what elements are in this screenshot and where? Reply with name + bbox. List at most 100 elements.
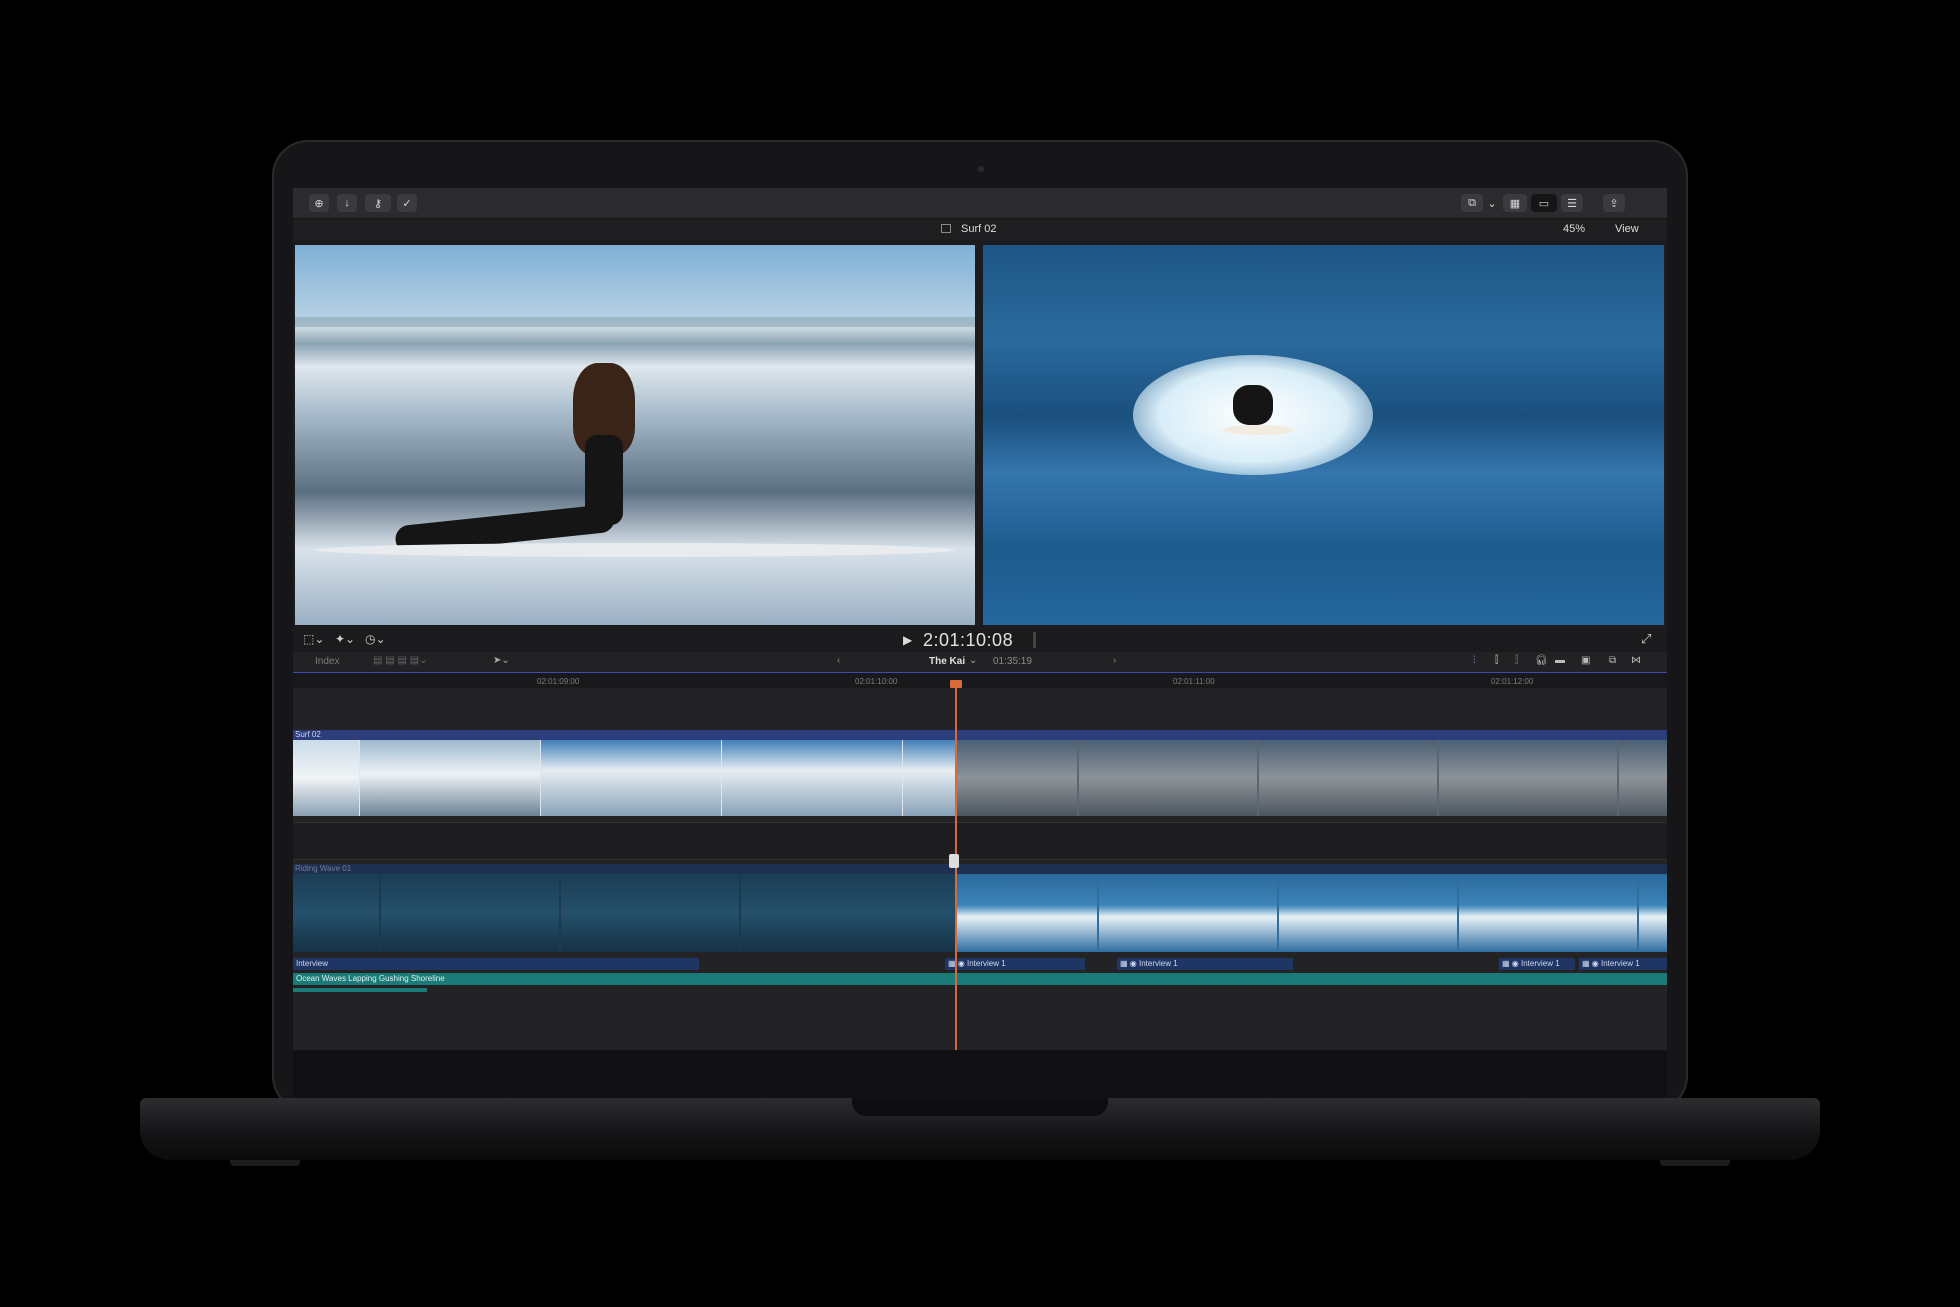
screen-bezel-bottom [293,1050,1667,1098]
transitions-icon[interactable]: ⋈ [1631,655,1641,666]
audio-clip-icon: ▦ ◉ [948,959,967,968]
thumbnail [360,740,540,816]
ruler-tick: 02:01:10:00 [855,677,898,686]
thumbnail [1079,740,1257,816]
audio-clip-icon: ▦ ◉ [1582,959,1601,968]
browser-grid-icon[interactable]: ▦ [1503,194,1527,212]
chevron-down-icon[interactable]: ⌄ [969,655,977,666]
keywords-icon[interactable]: ⚷ [365,194,391,212]
thumbnail [1439,740,1617,816]
thumbnail [1279,874,1457,952]
audio-clip-interview-1[interactable]: ▦ ◉ Interview 1 [1579,958,1667,970]
main-toolbar: ⊕ ↓ ⚷ ✓ ⧉ ⌄ ▦ ▭ ☰ ⇪ [293,188,1667,219]
audio-clip-label: Interview 1 [1138,959,1178,968]
back-nav-icon[interactable]: ‹ [837,655,840,666]
headphones-icon[interactable]: 🎧︎ [1535,655,1548,666]
audio-clip-interview-1[interactable]: ▦ ◉ Interview 1 [1499,958,1575,970]
audio-clip-partial[interactable] [293,988,427,992]
audio-clip-icon: ▦ ◉ [1502,959,1521,968]
clip-appearance-icon[interactable]: ▬ [1555,655,1565,666]
audio-clip-interview[interactable]: Interview [293,958,699,970]
thumbnail [741,874,957,952]
thumbnail [957,874,1097,952]
laptop-foot [1660,1160,1730,1166]
app-window: ⊕ ↓ ⚷ ✓ ⧉ ⌄ ▦ ▭ ☰ ⇪ Surf 02 45% View ⬚⌄ … [293,188,1667,1050]
viewer-clip-title: Surf 02 [961,223,997,235]
gap-track [293,822,1667,860]
thumbnail [1619,740,1667,816]
fullscreen-icon[interactable]: ⤢ [1641,631,1651,647]
audio-clip-interview-1[interactable]: ▦ ◉ Interview 1 [945,958,1085,970]
clip-riding-wave-01[interactable] [957,874,1667,952]
audio-skim-icon[interactable]: ⫿ [1515,655,1518,666]
clip-filter-icon[interactable]: ⧉ [1609,655,1616,666]
thumbnail [957,740,1077,816]
audio-clip-label: Interview 1 [1600,959,1640,968]
clip-surf-02[interactable] [293,740,957,816]
thumbnail [1259,740,1437,816]
thumbnail [722,740,902,816]
clip-icon [941,224,951,233]
thumbnail [381,874,559,952]
enhance-icon[interactable]: ✦⌄ [335,632,355,646]
transform-icon[interactable]: ⬚⌄ [303,632,324,646]
edit-tools-icon[interactable]: ▤ ▤ ▤ ▤⌄ [373,655,428,666]
effects-icon[interactable]: ⧉ [1461,194,1483,212]
thumbnail [1099,874,1277,952]
snapping-icon[interactable]: ⫿ [1495,655,1498,666]
timeline-ruler[interactable]: 02:01:09:00 02:01:10:00 02:01:11:00 02:0… [293,672,1667,689]
select-tool-icon[interactable]: ➤⌄ [493,655,510,666]
thumbnail [541,740,721,816]
thumbnail [293,874,379,952]
inspector-icon[interactable]: ☰ [1561,194,1583,212]
skimmer-handle[interactable] [949,854,959,868]
transport-bar: ⬚⌄ ✦⌄ ◷⌄ ▶ 2:01:10:08 ⤢ [293,629,1667,651]
viewer-header: Surf 02 45% View [293,219,1667,239]
audio-clip-icon: ▦ ◉ [1120,959,1139,968]
project-name[interactable]: The Kai [929,656,965,667]
viewer-angle-right[interactable] [983,245,1664,625]
import-icon[interactable]: ⊕ [309,194,329,212]
horizon [295,317,975,327]
clip-surf-02-dimmed[interactable] [957,740,1667,816]
play-button[interactable]: ▶ [903,633,912,647]
thumbnail [293,740,359,816]
ruler-tick: 02:01:09:00 [537,677,580,686]
playhead-handle[interactable] [950,680,962,688]
timeline-tracks: Surf 02 Riding Wave 01 Interview ▦ ◉ Int… [293,688,1667,1050]
surfboard-right [1223,425,1293,435]
thumbnail [1639,874,1667,952]
surfboard [315,543,955,557]
surfer-figure [1233,385,1273,425]
audio-clip-ambience[interactable]: Ocean Waves Lapping Gushing Shoreline [293,973,1667,985]
download-icon[interactable]: ↓ [337,194,357,212]
forward-nav-icon[interactable]: › [1113,655,1116,666]
film-icon[interactable]: ▣ [1581,655,1590,666]
timecode-display: 2:01:10:08 [923,630,1014,650]
surfer-body [585,435,623,525]
ruler-tick: 02:01:11:00 [1173,677,1215,686]
skimming-icon[interactable]: ⫶ [1473,655,1476,666]
thumbnail [903,740,957,816]
viewer-angle-left[interactable] [295,245,975,625]
audio-clip-label: Interview 1 [1520,959,1560,968]
thumbnail [1459,874,1637,952]
playhead[interactable] [955,688,957,1050]
share-icon[interactable]: ⇪ [1603,194,1625,212]
ruler-tick: 02:01:12:00 [1491,677,1534,686]
thumbnail [561,874,739,952]
view-menu[interactable]: View [1615,223,1639,235]
chevron-down-icon[interactable]: ⌄ [1485,194,1499,212]
index-button[interactable]: Index [315,656,339,667]
speed-icon[interactable]: ◷⌄ [365,632,386,646]
checkmark-icon[interactable]: ✓ [397,194,417,212]
clip-header-bottom: Riding Wave 01 [293,864,1667,874]
timeline-header: Index ▤ ▤ ▤ ▤⌄ ➤⌄ ‹ The Kai ⌄ 01:35:19 ›… [293,652,1667,672]
zoom-menu[interactable]: 45% [1563,223,1585,235]
clip-label-bottom: Riding Wave 01 [295,864,352,873]
audio-clip-interview-1[interactable]: ▦ ◉ Interview 1 [1117,958,1293,970]
timeline-icon[interactable]: ▭ [1531,194,1557,212]
clip-riding-wave-dimmed[interactable] [293,874,957,952]
audio-meter [1033,632,1036,648]
audio-clip-label: Interview 1 [966,959,1006,968]
